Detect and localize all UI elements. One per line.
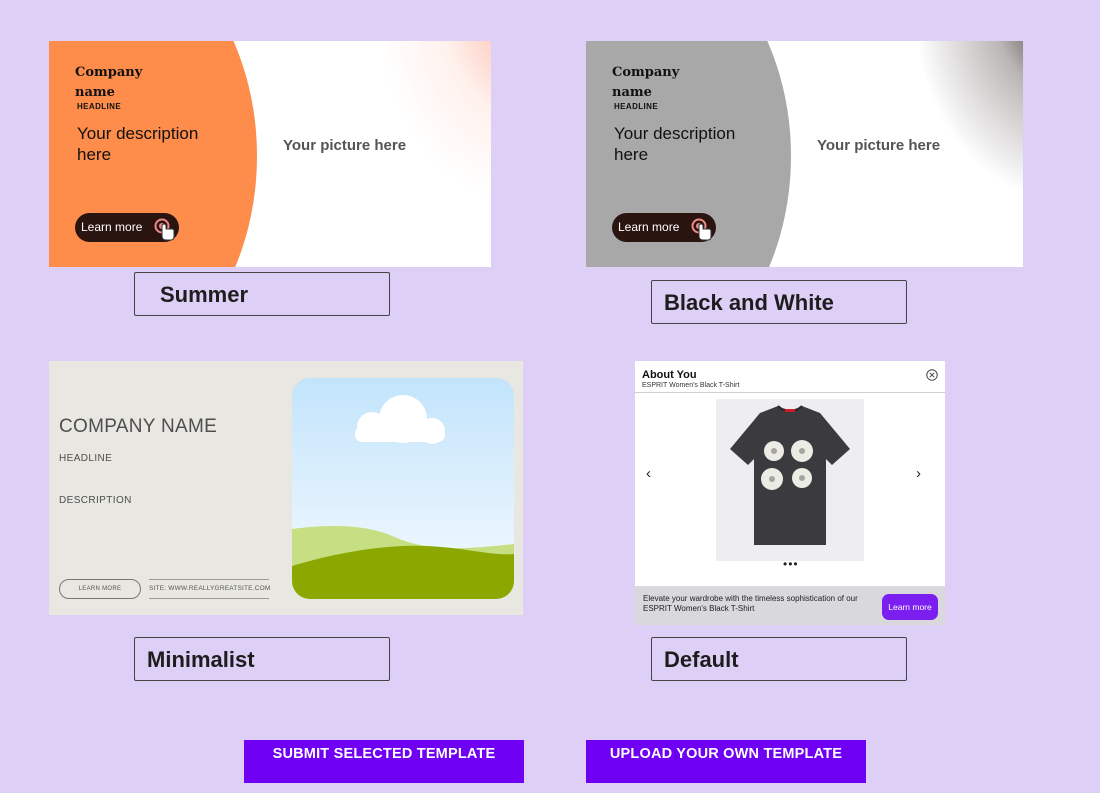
preview-description: Your description here bbox=[77, 124, 199, 164]
preview-learn-more-button: LEARN MORE bbox=[59, 579, 141, 599]
hand-pointer-icon bbox=[691, 218, 712, 241]
preview-headline: HEADLINE bbox=[614, 102, 659, 111]
preview-popup-title: About You bbox=[642, 369, 697, 381]
preview-learn-more-button: Learn more bbox=[75, 213, 179, 242]
template-card-default[interactable]: About You ESPRIT Women's Black T-Shirt ‹… bbox=[635, 361, 945, 625]
upload-own-template-button[interactable]: UPLOAD YOUR OWN TEMPLATE bbox=[586, 740, 866, 783]
template-label-summer-text: Summer bbox=[160, 282, 249, 307]
template-label-default-text: Default bbox=[664, 647, 739, 672]
template-label-summer[interactable]: Summer bbox=[134, 272, 390, 316]
summer-corner-glow bbox=[381, 41, 491, 201]
template-card-summer[interactable]: Company name HEADLINE Your description h… bbox=[49, 41, 491, 267]
preview-popup-divider bbox=[635, 392, 945, 393]
preview-learn-more-button: Learn more bbox=[612, 213, 716, 242]
chevron-left-icon: ‹ bbox=[646, 465, 651, 482]
template-label-black-and-white-text: Black and White bbox=[664, 290, 834, 315]
preview-description: DESCRIPTION bbox=[59, 495, 132, 506]
bw-corner-glow bbox=[913, 41, 1023, 201]
hand-pointer-icon bbox=[154, 218, 175, 241]
preview-company-name: Company name bbox=[612, 65, 680, 100]
tshirt-icon bbox=[716, 399, 864, 561]
preview-popup-learn-more-button: Learn more bbox=[882, 594, 938, 620]
preview-popup-footer-text: Elevate your wardrobe with the timeless … bbox=[643, 594, 858, 613]
close-circle-icon bbox=[926, 369, 938, 381]
preview-headline: HEADLINE bbox=[77, 102, 122, 111]
preview-headline: HEADLINE bbox=[59, 453, 113, 464]
preview-learn-more-label: Learn more bbox=[81, 220, 143, 234]
template-card-black-and-white[interactable]: Company name HEADLINE Your description h… bbox=[586, 41, 1023, 267]
landscape-cloud-icon bbox=[292, 378, 514, 599]
template-label-minimalist-text: Minimalist bbox=[147, 647, 255, 672]
preview-popup-footer: Elevate your wardrobe with the timeless … bbox=[635, 586, 945, 625]
carousel-dots: ••• bbox=[783, 557, 799, 571]
preview-learn-more-label: Learn more bbox=[618, 220, 680, 234]
preview-picture-placeholder: Your picture here bbox=[817, 137, 941, 154]
chevron-right-icon: › bbox=[916, 465, 921, 482]
preview-site-url: SITE: WWW.REALLYGREATSITE.COM bbox=[149, 579, 270, 599]
template-card-minimalist[interactable]: COMPANY NAME HEADLINE DESCRIPTION LEARN … bbox=[49, 361, 523, 615]
preview-company-name: COMPANY NAME bbox=[59, 416, 218, 437]
preview-description: Your description here bbox=[614, 124, 736, 164]
submit-selected-template-button[interactable]: SUBMIT SELECTED TEMPLATE bbox=[244, 740, 524, 783]
template-label-default[interactable]: Default bbox=[651, 637, 907, 681]
preview-picture-placeholder: Your picture here bbox=[283, 137, 407, 154]
template-label-black-and-white[interactable]: Black and White bbox=[651, 280, 907, 324]
preview-company-name: Company name bbox=[75, 65, 143, 100]
template-label-minimalist[interactable]: Minimalist bbox=[134, 637, 390, 681]
preview-popup-subtitle: ESPRIT Women's Black T-Shirt bbox=[642, 382, 740, 389]
